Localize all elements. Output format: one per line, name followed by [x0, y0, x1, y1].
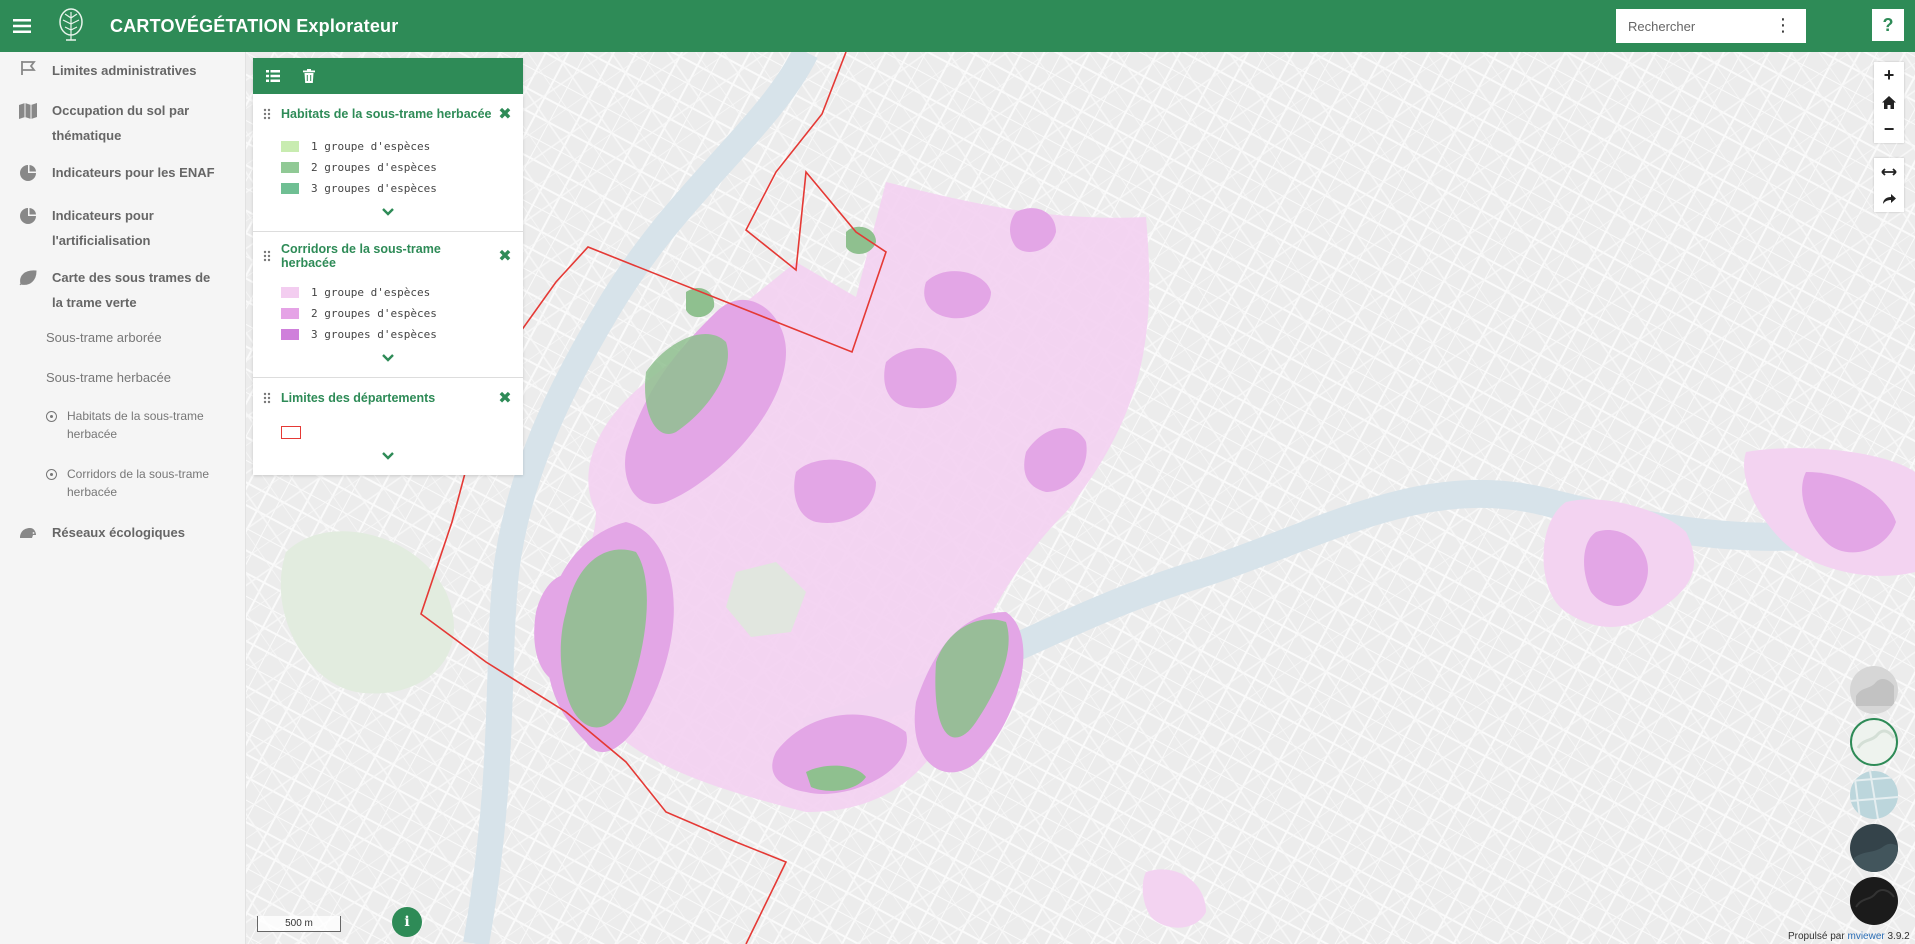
chevron-down-icon[interactable] — [263, 451, 513, 467]
chevron-down-icon[interactable] — [263, 353, 513, 369]
legend-row: 1 groupe d'espèces — [281, 282, 513, 303]
credit-prefix: Propulsé par — [1788, 931, 1848, 942]
legend-card-corridors: Corridors de la sous-trame herbacée ✖ 1 … — [253, 232, 523, 378]
black-basemap-icon[interactable] — [1850, 877, 1898, 925]
legend-row: 1 groupe d'espèces — [281, 136, 513, 157]
credit-version: 3.9.2 — [1884, 931, 1910, 942]
legend-row-label: 2 groupes d'espèces — [311, 161, 437, 174]
sidebar-subitem-sous-trame-arboree[interactable]: Sous-trame arborée — [46, 330, 162, 345]
close-icon[interactable]: ✖ — [497, 246, 513, 266]
sidebar-subitem-sous-trame-herbacee[interactable]: Sous-trame herbacée — [46, 370, 171, 385]
hamburger-icon[interactable] — [0, 0, 44, 52]
share-icon[interactable] — [1874, 185, 1904, 212]
leaf-icon — [18, 268, 38, 288]
legend-toolbar — [253, 58, 523, 94]
legend-title: Habitats de la sous-trame herbacée — [281, 107, 492, 121]
legend-row: 3 groupes d'espèces — [281, 178, 513, 199]
legend-row-label: 1 groupe d'espèces — [311, 140, 431, 153]
drag-handle-icon[interactable] — [263, 249, 273, 263]
close-icon[interactable]: ✖ — [497, 104, 513, 124]
search-input[interactable] — [1628, 18, 1768, 34]
sidebar-item-carte-sous-trames[interactable]: Carte des sous trames de la trame verte — [0, 265, 246, 315]
swatch — [281, 287, 299, 298]
sidebar-layer-label: Corridors de la sous-trame herbacée — [67, 467, 210, 499]
swatch — [281, 308, 299, 319]
mviewer-link[interactable]: mviewer — [1847, 931, 1884, 942]
tree-logo-icon — [56, 7, 86, 45]
legend-row — [281, 422, 513, 443]
sidebar-item-label: Indicateurs pour les ENAF — [52, 165, 215, 180]
close-icon[interactable]: ✖ — [497, 388, 513, 408]
legend-row: 2 groupes d'espèces — [281, 157, 513, 178]
sidebar-layer-habitats[interactable]: Habitats de la sous-trame herbacée — [46, 407, 217, 443]
tool-controls — [1874, 158, 1904, 212]
legend-row-label: 1 groupe d'espèces — [311, 286, 431, 299]
drag-handle-icon[interactable] — [263, 107, 273, 121]
blue-basemap-icon[interactable] — [1850, 771, 1898, 819]
legend-title: Limites des départements — [281, 391, 436, 405]
sidebar-layer-label: Habitats de la sous-trame herbacée — [67, 409, 204, 441]
chevron-down-icon[interactable] — [263, 207, 513, 223]
zoom-in-button[interactable]: + — [1874, 62, 1904, 89]
legend-row: 3 groupes d'espèces — [281, 324, 513, 345]
home-icon[interactable] — [1874, 89, 1904, 116]
radio-icon[interactable] — [46, 411, 57, 422]
credit: Propulsé par mviewer 3.9.2 — [1788, 931, 1910, 942]
info-button[interactable]: i — [392, 907, 422, 937]
grey-basemap-icon[interactable] — [1850, 666, 1898, 714]
legend-row: 2 groupes d'espèces — [281, 303, 513, 324]
kebab-icon[interactable]: ⋮ — [1774, 15, 1792, 35]
swatch — [281, 162, 299, 173]
sidebar-item-label: Carte des sous trames de la trame verte — [52, 270, 211, 310]
swatch — [281, 141, 299, 152]
sidebar-item-reseaux-ecologiques[interactable]: Réseaux écologiques — [0, 520, 246, 545]
trash-icon[interactable] — [299, 66, 319, 86]
pie-chart-icon — [18, 206, 38, 226]
dark-photo-basemap-icon[interactable] — [1850, 824, 1898, 872]
swatch — [281, 329, 299, 340]
radio-icon[interactable] — [46, 469, 57, 480]
hedgehog-icon — [18, 523, 38, 543]
drag-handle-icon[interactable] — [263, 391, 273, 405]
sidebar-item-label: Occupation du sol par thématique — [52, 103, 190, 143]
swatch — [281, 183, 299, 194]
zoom-out-button[interactable]: − — [1874, 116, 1904, 143]
light-basemap-icon[interactable] — [1850, 718, 1898, 766]
sidebar-item-indicateurs-artificialisation[interactable]: Indicateurs pour l'artificialisation — [0, 203, 246, 253]
flag-icon — [18, 58, 38, 78]
legend-row-label: 3 groupes d'espèces — [311, 328, 437, 341]
list-icon[interactable] — [263, 66, 283, 86]
legend-card-departements: Limites des départements ✖ — [253, 378, 523, 475]
sidebar-layer-corridors[interactable]: Corridors de la sous-trame herbacée — [46, 465, 217, 501]
sidebar: Limites administratives Occupation du so… — [0, 52, 246, 944]
legend-title: Corridors de la sous-trame herbacée — [281, 242, 441, 270]
sidebar-item-occupation-du-sol[interactable]: Occupation du sol par thématique — [0, 98, 246, 148]
sidebar-item-limites-administratives[interactable]: Limites administratives — [0, 58, 246, 83]
measure-icon[interactable] — [1874, 158, 1904, 185]
sidebar-item-label: Indicateurs pour l'artificialisation — [52, 208, 154, 248]
help-button[interactable]: ? — [1872, 9, 1904, 41]
sidebar-item-label: Limites administratives — [52, 63, 197, 78]
legend-card-habitats: Habitats de la sous-trame herbacée ✖ 1 g… — [253, 94, 523, 232]
pie-chart-icon — [18, 163, 38, 183]
search-box: ⋮ — [1616, 9, 1806, 43]
scale-bar: 500 m — [257, 916, 341, 932]
boundary-swatch — [281, 426, 301, 439]
legend-row-label: 3 groupes d'espèces — [311, 182, 437, 195]
legend-row-label: 2 groupes d'espèces — [311, 307, 437, 320]
map-icon — [18, 101, 38, 121]
sidebar-item-indicateurs-enaf[interactable]: Indicateurs pour les ENAF — [0, 160, 246, 185]
sidebar-item-label: Réseaux écologiques — [52, 525, 185, 540]
top-bar: CARTOVÉGÉTATION Explorateur ⋮ ? — [0, 0, 1915, 52]
legend-panel: Habitats de la sous-trame herbacée ✖ 1 g… — [253, 58, 523, 475]
zoom-controls: + − — [1874, 62, 1904, 143]
app-title: CARTOVÉGÉTATION Explorateur — [110, 15, 399, 36]
